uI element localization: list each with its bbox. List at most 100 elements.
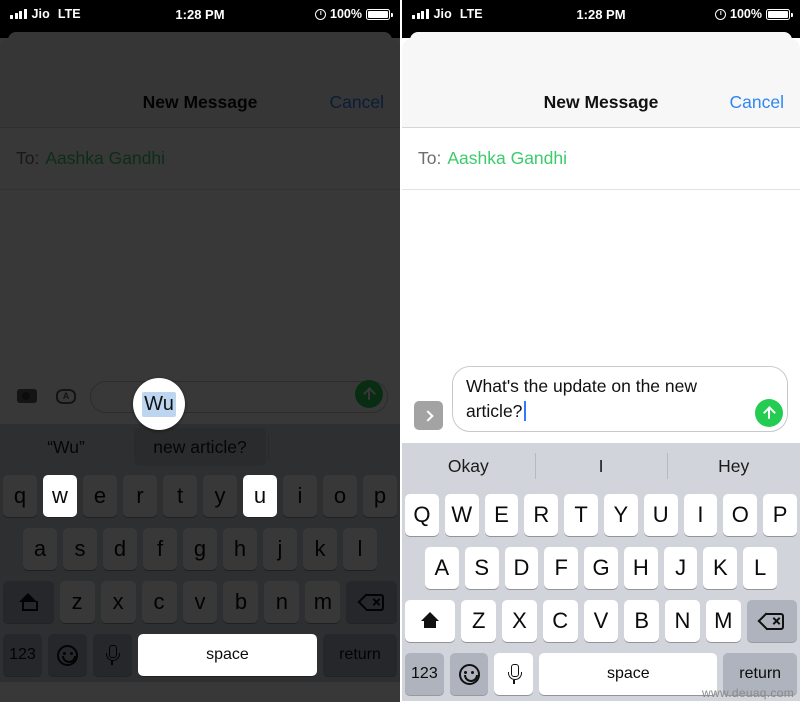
key-u[interactable]: u [243,475,277,517]
key-i[interactable]: i [283,475,317,517]
to-field-left[interactable]: To: Aashka Gandhi [0,128,400,190]
rotation-lock-icon [715,8,727,20]
key-b[interactable]: B [624,600,660,642]
recipient-name[interactable]: Aashka Gandhi [447,148,567,169]
send-arrow-icon [363,388,376,401]
recipient-name[interactable]: Aashka Gandhi [45,148,165,169]
space-key[interactable]: space [539,653,718,695]
prediction-bar-right: Okay I Hey [402,443,800,489]
key-k[interactable]: K [703,547,738,589]
emoji-key[interactable] [449,653,489,695]
key-a[interactable]: A [424,547,459,589]
to-field-right[interactable]: To: Aashka Gandhi [402,128,800,190]
key-x[interactable]: x [100,581,136,623]
dictation-key[interactable] [494,653,534,695]
key-w[interactable]: W [444,494,479,536]
key-n[interactable]: n [264,581,300,623]
key-p[interactable]: P [763,494,797,536]
key-x[interactable]: X [502,600,537,642]
key-k[interactable]: k [303,528,337,570]
key-r[interactable]: R [524,494,559,536]
key-f[interactable]: f [143,528,177,570]
expand-apps-button[interactable] [414,401,443,430]
keyboard-row-1-right: Q W E R T Y U I O P [405,494,797,536]
return-key[interactable]: return [323,634,398,676]
shift-icon [19,593,39,611]
prediction-item-2[interactable]: Hey [667,443,800,489]
key-b[interactable]: b [223,581,259,623]
key-e[interactable]: e [83,475,117,517]
app-store-icon[interactable]: A [51,381,81,411]
key-u[interactable]: U [643,494,678,536]
keyboard-row-2-right: A S D F G H J K L [405,547,797,589]
key-z[interactable]: Z [461,600,497,642]
clock-label: 1:28 PM [175,6,225,22]
key-c[interactable]: C [542,600,578,642]
send-button-left[interactable] [355,380,383,408]
space-key[interactable]: space [137,634,318,676]
key-j[interactable]: J [663,547,698,589]
keyboard-row-1-left: q w e r t y u i o p [3,475,397,517]
key-m[interactable]: m [305,581,341,623]
dictation-key[interactable] [92,634,132,676]
cancel-button[interactable]: Cancel [330,92,384,113]
chevron-right-icon [421,409,434,422]
key-n[interactable]: N [665,600,700,642]
numbers-key[interactable]: 123 [3,634,42,676]
shift-key[interactable] [404,600,456,642]
key-o[interactable]: o [323,475,357,517]
prediction-item-0[interactable]: “Wu” [0,424,132,470]
send-arrow-icon [763,407,776,420]
key-t[interactable]: T [564,494,598,536]
key-o[interactable]: O [723,494,758,536]
message-text-field-right[interactable]: What's the update on the new article? [452,366,788,432]
battery-full-icon [366,8,393,20]
key-w[interactable]: w [43,475,77,517]
key-z[interactable]: z [59,581,95,623]
numbers-key[interactable]: 123 [405,653,444,695]
status-bar-left: Jio LTE 1:28 PM 100% [0,0,400,28]
backspace-key[interactable] [346,581,398,623]
key-v[interactable]: V [583,600,619,642]
key-d[interactable]: D [504,547,539,589]
key-e[interactable]: E [484,494,519,536]
key-i[interactable]: I [683,494,718,536]
key-s[interactable]: s [63,528,97,570]
emoji-icon [458,663,480,685]
key-a[interactable]: a [23,528,57,570]
key-q[interactable]: q [3,475,37,517]
screenshot-stage: Jio LTE 1:28 PM 100% New Message Cancel … [0,0,800,702]
key-q[interactable]: Q [405,494,439,536]
shift-key[interactable] [3,581,54,623]
emoji-key[interactable] [47,634,87,676]
key-t[interactable]: t [163,475,197,517]
cancel-button[interactable]: Cancel [730,92,784,113]
key-y[interactable]: Y [604,494,638,536]
key-g[interactable]: g [183,528,217,570]
key-f[interactable]: F [544,547,579,589]
prediction-item-2[interactable] [268,424,400,470]
key-d[interactable]: d [103,528,137,570]
prediction-item-0[interactable]: Okay [402,443,535,489]
key-c[interactable]: c [141,581,177,623]
key-g[interactable]: G [584,547,618,589]
key-s[interactable]: S [464,547,499,589]
key-m[interactable]: M [705,600,741,642]
camera-icon[interactable] [12,381,42,411]
send-button-right[interactable] [755,399,783,427]
key-j[interactable]: j [263,528,297,570]
key-h[interactable]: h [223,528,257,570]
backspace-key[interactable] [746,600,798,642]
key-p[interactable]: p [363,475,397,517]
key-l[interactable]: l [343,528,377,570]
backspace-icon [357,593,384,611]
loupe-text: Wu [142,391,176,417]
key-r[interactable]: r [123,475,157,517]
prediction-item-1[interactable]: new article? [134,428,266,466]
key-y[interactable]: y [203,475,237,517]
key-h[interactable]: H [623,547,658,589]
prediction-item-1[interactable]: I [534,443,668,489]
keyboard-right: Q W E R T Y U I O P A S D F G H J K L Z … [402,489,800,701]
key-v[interactable]: v [182,581,218,623]
key-l[interactable]: L [743,547,778,589]
